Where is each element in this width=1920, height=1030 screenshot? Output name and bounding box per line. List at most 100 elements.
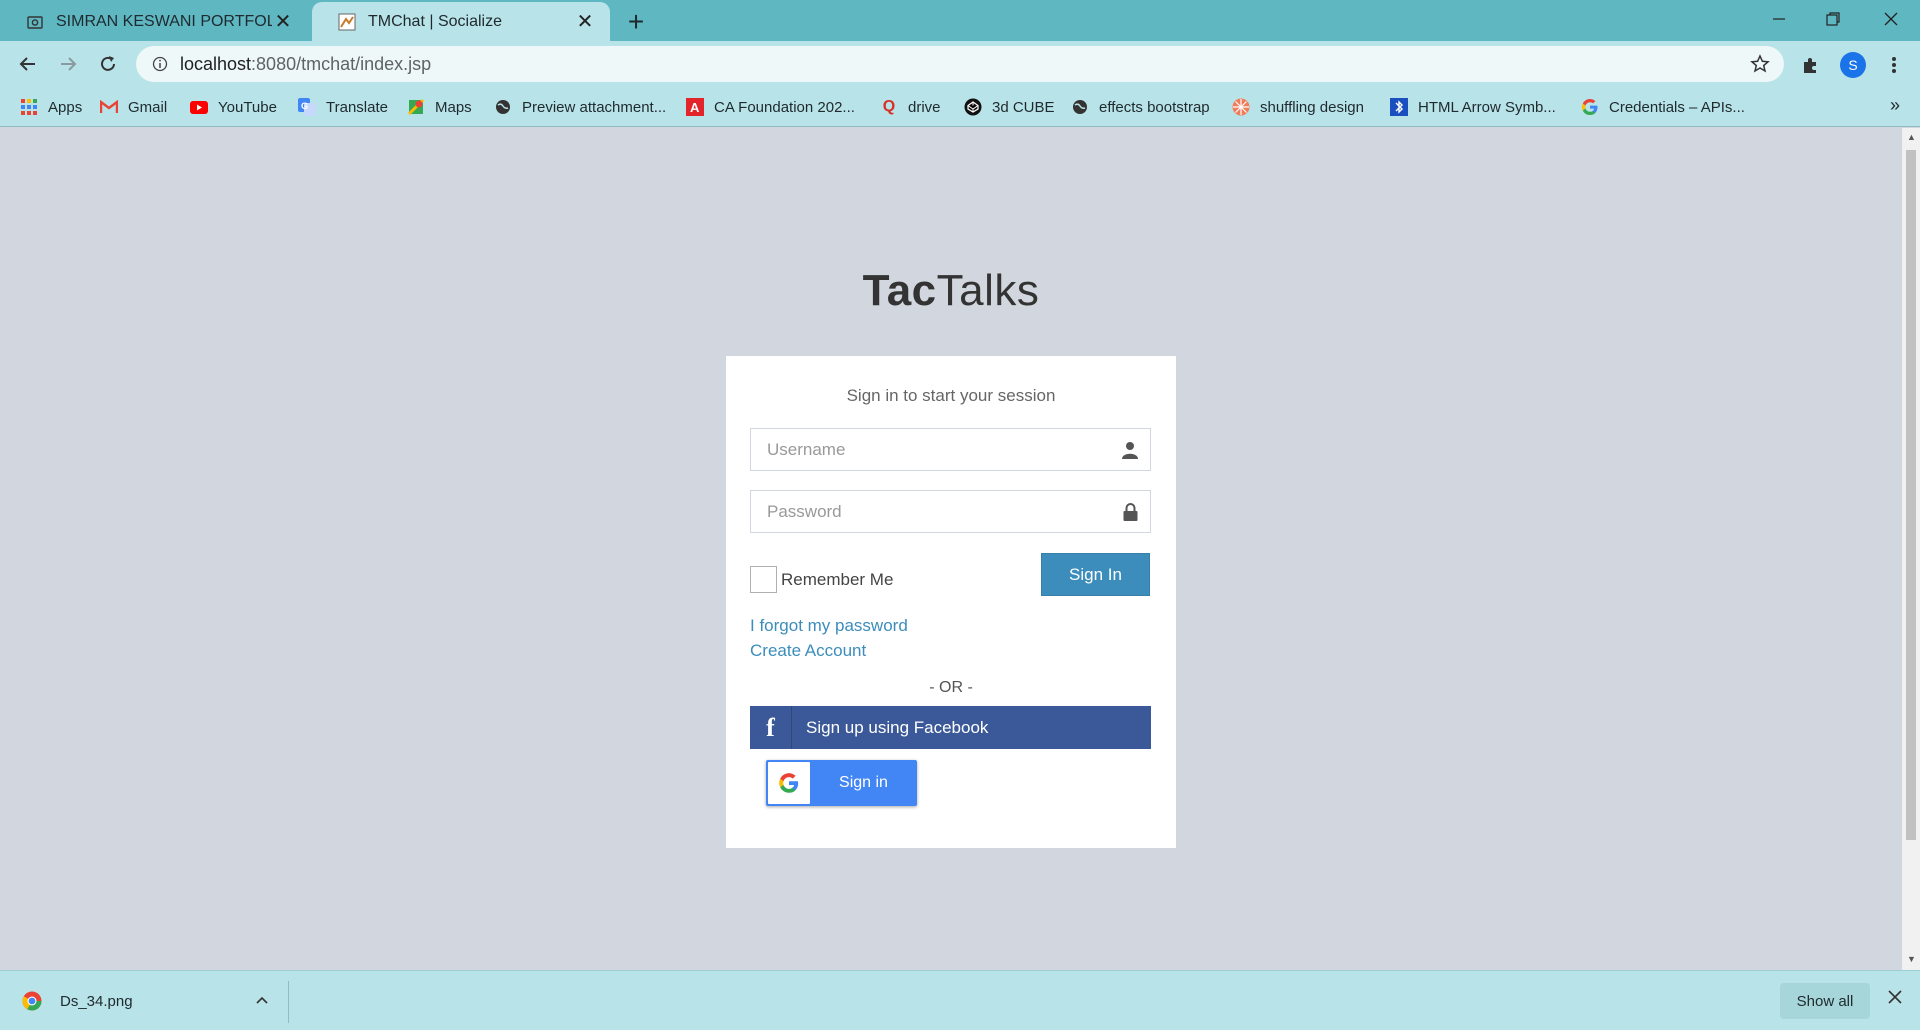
- username-field-wrapper: [750, 428, 1151, 471]
- download-file-name: Ds_34.png: [60, 992, 133, 1010]
- bookmark-maps[interactable]: Maps: [407, 96, 472, 118]
- back-arrow-icon[interactable]: [12, 48, 44, 80]
- translate-icon: G: [298, 98, 316, 116]
- remember-me-checkbox[interactable]: [750, 566, 777, 593]
- show-all-downloads-button[interactable]: Show all: [1780, 983, 1870, 1019]
- svg-text:A: A: [690, 100, 700, 115]
- bookmark-effects-bootstrap[interactable]: effects bootstrap: [1071, 96, 1210, 118]
- remember-me-label: Remember Me: [781, 569, 894, 589]
- browser-toolbar: localhost:8080/tmchat/index.jsp: [0, 41, 1920, 87]
- bookmark-3d-cube[interactable]: 3d CUBE: [964, 96, 1055, 118]
- browser-menu-icon[interactable]: [1880, 51, 1908, 79]
- download-bar-divider: [288, 981, 289, 1023]
- forgot-password-link[interactable]: I forgot my password: [750, 616, 908, 636]
- bookmark-label: effects bootstrap: [1099, 98, 1210, 116]
- globe-icon: [494, 98, 512, 116]
- lock-icon: [1120, 502, 1140, 522]
- tab-title: SIMRAN KESWANI PORTFOLIO: [56, 12, 272, 30]
- bookmark-youtube[interactable]: YouTube: [190, 96, 277, 118]
- window-close-icon[interactable]: [1862, 0, 1920, 38]
- chrome-icon: [22, 991, 42, 1011]
- q-icon: Q: [882, 98, 896, 115]
- bookmark-apps[interactable]: Apps: [20, 96, 82, 118]
- site-info-icon[interactable]: [142, 46, 178, 82]
- new-tab-button[interactable]: +: [622, 6, 650, 37]
- bookmark-shuffling-design[interactable]: shuffling design: [1232, 96, 1364, 118]
- acrobat-icon: A: [686, 98, 704, 116]
- tab-title: TMChat | Socialize: [368, 12, 502, 30]
- gmail-icon: [100, 98, 118, 116]
- restore-icon[interactable]: [1804, 0, 1862, 38]
- maps-icon: [407, 98, 425, 116]
- bookmark-label: Maps: [435, 98, 472, 116]
- bookmark-ca-foundation[interactable]: A CA Foundation 202...: [686, 96, 855, 118]
- close-tab-icon[interactable]: ✕: [574, 11, 596, 33]
- scroll-up-arrow-icon[interactable]: ▲: [1907, 132, 1916, 142]
- bookmark-label: YouTube: [218, 98, 277, 116]
- password-field-wrapper: [750, 490, 1151, 533]
- codepen-icon: [964, 98, 982, 116]
- forward-arrow-icon[interactable]: [52, 48, 84, 80]
- bookmark-credentials-apis[interactable]: Credentials – APIs...: [1581, 96, 1745, 118]
- chevron-up-icon[interactable]: [256, 991, 268, 1007]
- bookmark-star-icon[interactable]: [1748, 52, 1772, 76]
- bookmark-label: drive: [908, 98, 941, 116]
- password-input[interactable]: [751, 491, 1111, 532]
- page-content: TacTalks Sign in to start your session R…: [0, 128, 1902, 970]
- remember-me[interactable]: Remember Me: [750, 566, 893, 593]
- globe-icon: [1071, 98, 1089, 116]
- google-icon: [1581, 98, 1599, 116]
- tmchat-favicon-icon: [338, 13, 356, 31]
- bookmark-preview-attachment[interactable]: Preview attachment...: [494, 96, 666, 118]
- bookmark-drive[interactable]: Q drive: [880, 96, 941, 118]
- close-tab-icon[interactable]: ✕: [272, 11, 294, 33]
- portfolio-favicon-icon: [26, 13, 44, 31]
- extensions-puzzle-icon[interactable]: [1797, 51, 1825, 79]
- sign-in-button[interactable]: Sign In: [1041, 553, 1150, 596]
- close-download-bar-icon[interactable]: [1888, 987, 1902, 1010]
- or-divider: - OR -: [929, 679, 973, 696]
- pinwheel-icon: [1232, 98, 1250, 116]
- profile-avatar[interactable]: S: [1840, 52, 1866, 78]
- facebook-icon: f: [750, 706, 792, 749]
- bookmark-label: Translate: [326, 98, 388, 116]
- bookmarks-bar: Apps Gmail YouTube G Translate Maps Prev…: [0, 87, 1920, 127]
- tab-portfolio[interactable]: SIMRAN KESWANI PORTFOLIO ✕: [0, 2, 308, 41]
- minimize-icon[interactable]: [1750, 0, 1808, 38]
- login-box: Sign in to start your session Remember M…: [726, 356, 1176, 848]
- bookmark-html-arrow[interactable]: HTML Arrow Symb...: [1390, 96, 1556, 118]
- bookmark-label: HTML Arrow Symb...: [1418, 98, 1556, 116]
- reload-icon[interactable]: [92, 48, 124, 80]
- download-bar: Ds_34.png Show all: [0, 970, 1920, 1030]
- tactalks-logo[interactable]: TacTalks: [0, 266, 1902, 316]
- bookmark-label: Preview attachment...: [522, 98, 667, 116]
- download-item[interactable]: Ds_34.png: [22, 985, 290, 1017]
- apps-grid-icon: [20, 98, 38, 116]
- bookmark-translate[interactable]: G Translate: [298, 96, 388, 118]
- bluetooth-icon: [1390, 98, 1408, 116]
- tab-tmchat[interactable]: TMChat | Socialize ✕: [312, 2, 610, 41]
- scroll-down-arrow-icon[interactable]: ▼: [1907, 954, 1916, 964]
- bookmarks-overflow-chevron-icon[interactable]: »: [1890, 95, 1900, 116]
- facebook-signup-button[interactable]: f Sign up using Facebook: [750, 706, 1151, 749]
- bookmark-label: 3d CUBE: [992, 98, 1055, 116]
- address-bar[interactable]: localhost:8080/tmchat/index.jsp: [136, 46, 1784, 82]
- bookmark-label: shuffling design: [1260, 98, 1364, 116]
- user-icon: [1120, 440, 1140, 460]
- google-signin-label: Sign in: [839, 774, 888, 791]
- scrollbar-thumb[interactable]: [1906, 150, 1916, 840]
- bookmark-label: Apps: [48, 98, 83, 116]
- browser-tab-strip: SIMRAN KESWANI PORTFOLIO ✕ TMChat | Soci…: [0, 0, 1920, 41]
- bookmark-label: Gmail: [128, 98, 168, 116]
- create-account-link[interactable]: Create Account: [750, 641, 866, 661]
- bookmark-gmail[interactable]: Gmail: [100, 96, 167, 118]
- google-signin-button[interactable]: Sign in: [766, 760, 917, 806]
- username-input[interactable]: [751, 429, 1111, 470]
- page-scrollbar[interactable]: ▲ ▼: [1902, 128, 1920, 970]
- bookmark-label: Credentials – APIs...: [1609, 98, 1745, 116]
- bookmark-label: CA Foundation 202...: [714, 98, 855, 116]
- google-icon: [768, 762, 810, 804]
- facebook-signup-label: Sign up using Facebook: [806, 717, 989, 737]
- url-text: localhost:8080/tmchat/index.jsp: [180, 53, 432, 74]
- login-box-message: Sign in to start your session: [846, 386, 1056, 405]
